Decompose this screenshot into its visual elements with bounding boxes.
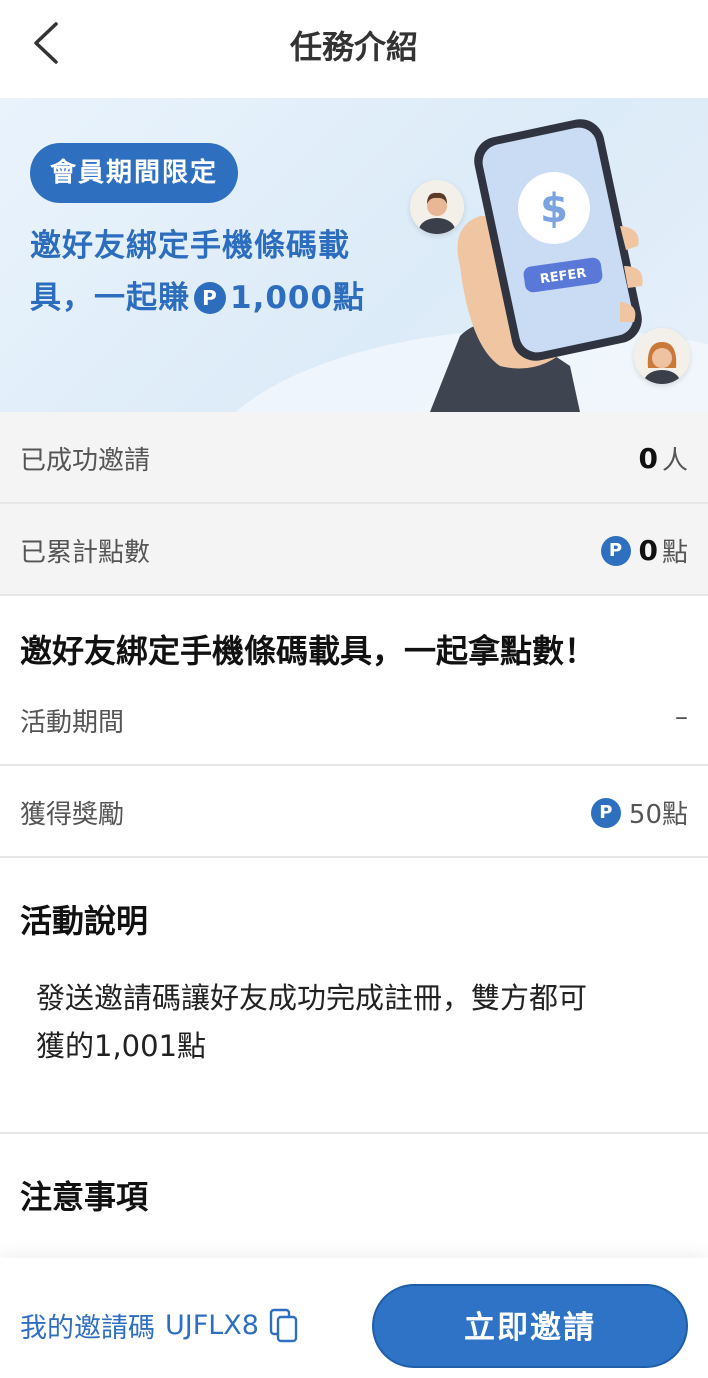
reward-row: 獲得獎勵 P 50點 [0,766,708,858]
reward-label: 獲得獎勵 [20,800,125,830]
divider [0,1132,708,1134]
page-title: 任務介紹 [289,28,418,66]
promo-banner: 會員期間限定 邀好友綁定手機條碼載 具，一起賺 P 1,000點 $ REFER [0,98,708,412]
description-line2: 獲的1,001點 [36,1029,207,1063]
points-label: 已累計點數 [20,538,151,568]
phone-in-hand-illustration: $ REFER [430,119,643,412]
invite-code-label: 我的邀請碼 [20,1313,155,1344]
invite-code-value: UJFLX8 [165,1310,259,1341]
points-count: 0 [638,534,658,567]
member-limited-badge: 會員期間限定 [30,143,239,203]
invited-label: 已成功邀請 [20,446,151,476]
description-text: 發送邀請碼讓好友成功完成註冊，雙方都可 獲的1,001點 [36,974,676,1070]
points-value: P0點 [600,532,688,569]
reward-value: P 50點 [590,794,688,831]
period-label: 活動期間 [20,708,125,738]
activity-period-row: 活動期間 – [0,672,708,766]
description-title: 活動說明 [20,902,149,940]
app-header: 任務介紹 [0,0,708,98]
invited-count-row: 已成功邀請 0人 [0,412,708,504]
banner-headline-points: 1,000點 [230,280,366,316]
reward-points: 50點 [628,800,688,830]
points-unit: 點 [661,538,688,568]
points-p-icon: P [194,282,226,314]
bottom-action-bar: 我的邀請碼 UJFLX8 立即邀請 [0,1258,708,1378]
invited-count: 0 [638,442,658,475]
banner-headline-prefix: 具，一起賺 [30,280,190,316]
accumulated-points-row: 已累計點數 P0點 [0,504,708,596]
invite-code-group: 我的邀請碼 UJFLX8 [20,1306,299,1345]
notes-title: 注意事項 [20,1178,149,1216]
copy-icon[interactable] [269,1308,299,1344]
invited-unit: 人 [661,446,688,476]
invited-value: 0人 [639,440,689,477]
dollar-icon: $ [540,186,568,232]
period-value: – [675,702,688,732]
description-line1: 發送邀請碼讓好友成功完成註冊，雙方都可 [36,981,588,1015]
banner-headline: 邀好友綁定手機條碼載 具，一起賺 P 1,000點 [30,220,430,324]
task-title: 邀好友綁定手機條碼載具，一起拿點數！ [20,632,597,670]
banner-headline-line2: 具，一起賺 P 1,000點 [30,272,430,324]
invite-now-button[interactable]: 立即邀請 [372,1284,688,1368]
banner-headline-line1: 邀好友綁定手機條碼載 [30,228,350,264]
points-p-icon: P [600,535,631,566]
points-p-icon: P [590,797,621,828]
